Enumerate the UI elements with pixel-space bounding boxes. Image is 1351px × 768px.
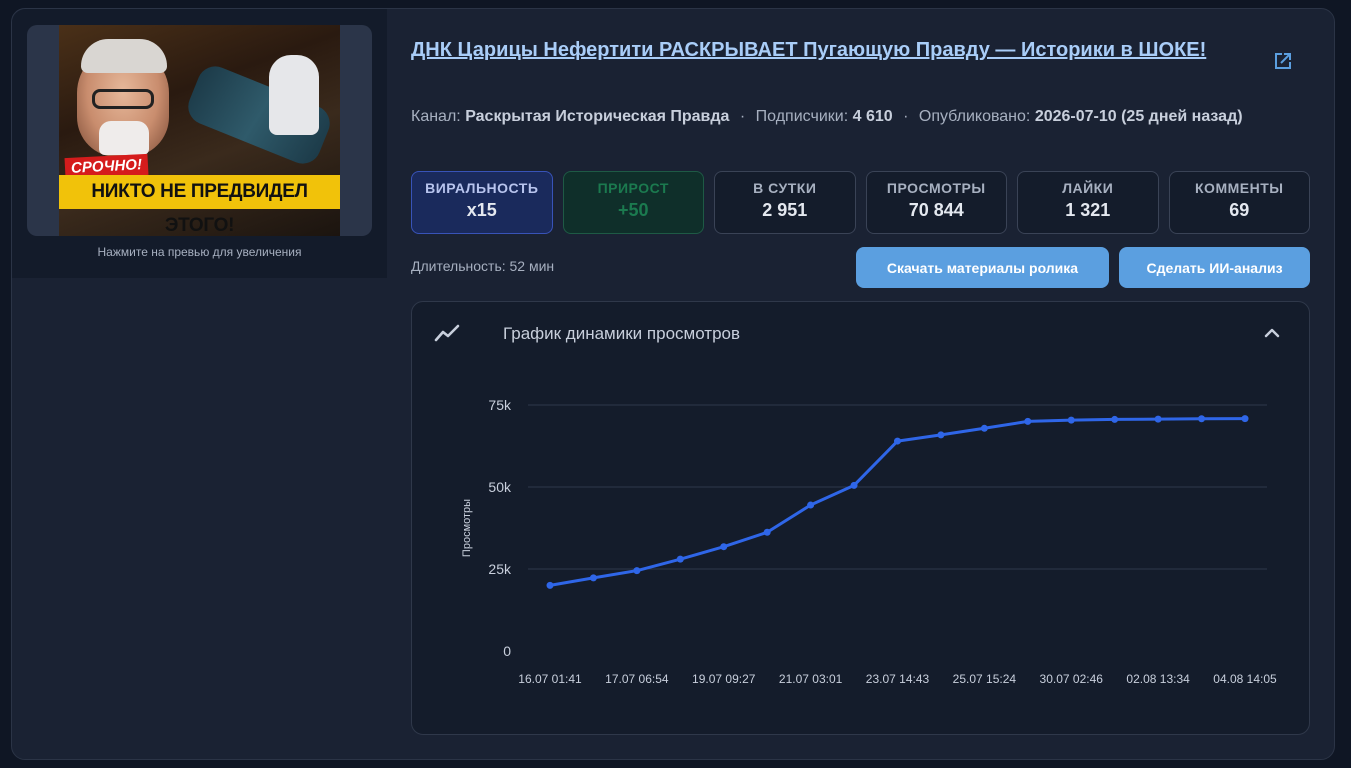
data-point	[676, 555, 684, 563]
data-point	[937, 431, 945, 439]
data-point	[850, 481, 858, 489]
data-point	[763, 528, 771, 536]
video-card: СРОЧНО! НИКТО НЕ ПРЕДВИДЕЛ ЭТОГО! Нажмит…	[11, 8, 1335, 760]
stat-value: 69	[1229, 200, 1250, 220]
stat-likes: ЛАЙКИ 1 321	[1017, 171, 1159, 234]
x-tick-label: 16.07 01:41	[518, 672, 582, 686]
y-axis-label: Просмотры	[461, 499, 473, 557]
video-duration: Длительность: 52 мин	[411, 258, 555, 274]
data-point	[980, 424, 988, 432]
stat-label: ЛАЙКИ	[1062, 180, 1114, 196]
x-tick-label: 25.07 15:24	[953, 672, 1017, 686]
data-point	[1024, 417, 1032, 425]
channel-label: Канал:	[411, 108, 461, 125]
stat-growth: ПРИРОСТ +50	[562, 171, 704, 234]
thumbnail-glasses-shape	[92, 89, 154, 109]
thumbnail-frame[interactable]: СРОЧНО! НИКТО НЕ ПРЕДВИДЕЛ ЭТОГО!	[27, 25, 372, 236]
stat-value: +50	[617, 200, 649, 220]
x-tick-label: 17.07 06:54	[605, 672, 669, 686]
x-tick-label: 30.07 02:46	[1040, 672, 1104, 686]
stat-label: ПРИРОСТ	[597, 180, 669, 196]
video-title-link[interactable]: ДНК Царицы Нефертити РАСКРЫВАЕТ Пугающую…	[411, 35, 1231, 65]
chart-title: График динамики просмотров	[503, 324, 741, 343]
stat-label: КОММЕНТЫ	[1195, 180, 1284, 196]
subscribers-label: Подписчики:	[755, 108, 849, 125]
y-tick-label: 25k	[488, 561, 512, 577]
data-point	[589, 574, 597, 582]
stat-views: ПРОСМОТРЫ 70 844	[865, 171, 1007, 234]
thumbnail-hair-shape	[81, 39, 167, 73]
x-tick-label: 04.08 14:05	[1213, 672, 1277, 686]
data-point	[1154, 415, 1162, 423]
y-tick-label: 0	[503, 643, 511, 659]
thumbnail-figure-shape	[269, 55, 319, 135]
stat-label: В СУТКИ	[753, 180, 817, 196]
x-tick-label: 19.07 09:27	[692, 672, 756, 686]
stat-comments: КОММЕНТЫ 69	[1168, 171, 1310, 234]
data-point	[546, 581, 554, 589]
data-point	[633, 567, 641, 575]
ai-analysis-button[interactable]: Сделать ИИ-анализ	[1119, 247, 1310, 288]
x-tick-label: 21.07 03:01	[779, 672, 843, 686]
stat-per-day: В СУТКИ 2 951	[714, 171, 856, 234]
y-tick-label: 75k	[488, 397, 512, 413]
stat-virality: ВИРАЛЬНОСТЬ x15	[411, 171, 553, 234]
published-label: Опубликовано:	[918, 108, 1031, 125]
x-tick-label: 02.08 13:34	[1126, 672, 1190, 686]
data-point	[1241, 415, 1249, 423]
stat-value: 2 951	[762, 200, 808, 220]
thumbnail-panel: СРОЧНО! НИКТО НЕ ПРЕДВИДЕЛ ЭТОГО! Нажмит…	[12, 9, 387, 278]
chevron-up-icon[interactable]	[1263, 324, 1281, 342]
data-point	[894, 437, 901, 445]
thumbnail-hint: Нажмите на превью для увеличения	[97, 245, 302, 259]
published-value: 2026-07-10 (25 дней назад)	[1034, 108, 1243, 125]
stat-value: 70 844	[908, 200, 964, 220]
data-point	[720, 543, 728, 551]
x-tick-label: 23.07 14:43	[866, 672, 930, 686]
data-point	[1111, 415, 1119, 423]
data-point	[1067, 416, 1075, 424]
subscribers-value: 4 610	[852, 108, 893, 125]
external-link-icon[interactable]	[1271, 49, 1295, 73]
trending-line-icon	[434, 324, 460, 342]
stat-label: ВИРАЛЬНОСТЬ	[425, 180, 539, 196]
data-point	[807, 501, 815, 509]
stat-value: 1 321	[1065, 200, 1111, 220]
channel-name: Раскрытая Историческая Правда	[465, 108, 730, 125]
video-meta: Канал: Раскрытая Историческая Правда · П…	[411, 103, 1251, 131]
views-chart-panel: График динамики просмотров 0 25k 50k 75k Про…	[411, 301, 1310, 735]
y-tick-label: 50k	[488, 479, 512, 495]
stat-value: x15	[466, 200, 497, 220]
thumbnail-tissue-shape	[99, 121, 149, 155]
download-materials-button[interactable]: Скачать материалы ролика	[856, 247, 1109, 288]
data-point	[1198, 415, 1206, 423]
meta-separator: ·	[739, 108, 746, 125]
stats-row: ВИРАЛЬНОСТЬ x15 ПРИРОСТ +50 В СУТКИ 2 95…	[411, 171, 1310, 234]
stat-label: ПРОСМОТРЫ	[886, 180, 986, 196]
video-thumbnail[interactable]: СРОЧНО! НИКТО НЕ ПРЕДВИДЕЛ ЭТОГО!	[59, 25, 340, 236]
views-line-chart: 0 25k 50k 75k Просмотры 16.07 01:41 17.07 06:5…	[461, 397, 1277, 686]
thumbnail-banner: НИКТО НЕ ПРЕДВИДЕЛ ЭТОГО!	[59, 175, 340, 236]
meta-separator: ·	[903, 108, 909, 125]
